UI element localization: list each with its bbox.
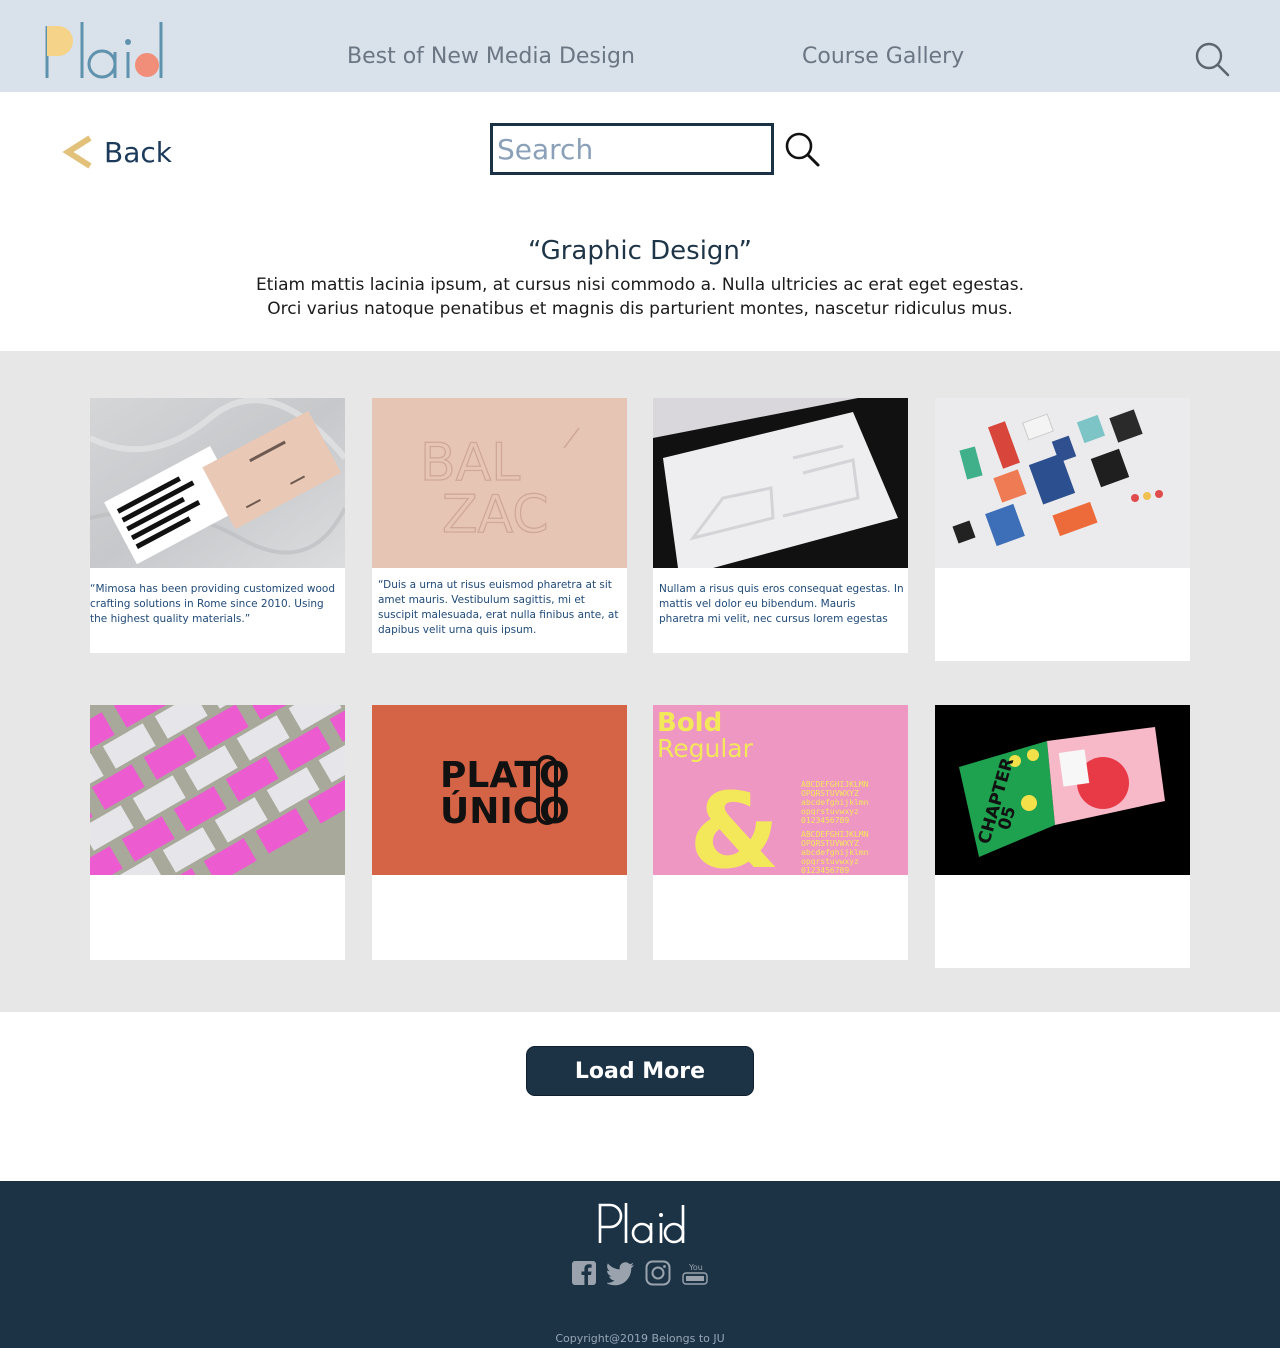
page-title: “Graphic Design” <box>528 236 752 266</box>
card-caption: Nullam a risus quis eros consequat egest… <box>659 583 904 625</box>
specimen-line: 0123456789 <box>801 816 849 825</box>
card-image-packaging <box>935 398 1190 568</box>
page-description: Etiam mattis lacinia ipsum, at cursus ni… <box>0 273 1280 321</box>
copyright-text: Copyright@2019 Belongs to JU <box>555 1332 725 1345</box>
card-caption: “Mimosa has been providing customized wo… <box>90 583 335 625</box>
unico-text: ÚNICO <box>440 790 570 832</box>
specimen-line: ABCDEFGHIJKLMN <box>801 830 869 839</box>
youtube-icon[interactable]: You <box>682 1260 708 1286</box>
balzac-text-line: BAL <box>420 433 520 493</box>
twitter-icon[interactable] <box>607 1260 635 1286</box>
instagram-icon[interactable] <box>645 1260 671 1286</box>
facebook-icon[interactable] <box>571 1260 597 1286</box>
search-input[interactable] <box>490 123 774 175</box>
gallery-card[interactable] <box>90 705 345 960</box>
description-line: Etiam mattis lacinia ipsum, at cursus ni… <box>255 275 1025 295</box>
specimen-line: opqrstuvwxyz <box>801 807 859 816</box>
card-image-plato-unico: PLATO ÚNICO <box>372 705 627 875</box>
nav-course-gallery[interactable]: Course Gallery <box>802 44 964 69</box>
footer: You Copyright@2019 Belongs to JU <box>0 1181 1280 1348</box>
chevron-left-icon <box>62 135 92 169</box>
nav-best-of-new-media-design[interactable]: Best of New Media Design <box>347 44 635 69</box>
gallery-card[interactable]: CHAPTER 05 <box>935 705 1190 968</box>
specimen-regular: Regular <box>657 734 754 763</box>
specimen-line: abcdefghijklmn <box>801 848 869 857</box>
gallery-card[interactable] <box>935 398 1190 661</box>
balzac-text-line: ZAC <box>442 485 549 545</box>
specimen-line: abcdefghijklmn <box>801 798 869 807</box>
gallery-grid: “Mimosa has been providing customized wo… <box>0 351 1280 1012</box>
card-image-business-cards <box>90 398 345 568</box>
gallery-card[interactable]: BAL ZAC “Duis a urna ut risus euismod ph… <box>372 398 627 653</box>
search-submit-icon[interactable] <box>783 130 821 168</box>
gallery-card[interactable]: Nullam a risus quis eros consequat egest… <box>653 398 908 653</box>
card-image-type-specimen: Bold Regular & ABCDEFGHIJKLMN OPQRSTUVWX… <box>653 705 908 875</box>
card-image-embossed-frame <box>653 398 908 568</box>
load-more-button[interactable]: Load More <box>526 1046 754 1096</box>
specimen-line: opqrstuvwxyz <box>801 857 859 866</box>
specimen-line: OPQRSTUVWXYZ <box>801 789 859 798</box>
back-button[interactable]: Back <box>62 132 172 172</box>
top-navigation-bar: Best of New Media Design Course Gallery <box>0 0 1280 92</box>
search-icon[interactable] <box>1193 40 1231 78</box>
specimen-line: 0123456789 <box>801 866 849 875</box>
card-image-balzac-emboss: BAL ZAC <box>372 398 627 568</box>
back-label: Back <box>104 135 172 169</box>
plaid-logo[interactable] <box>44 14 168 84</box>
description-line: Orci varius natoque penatibus et magnis … <box>267 299 1013 319</box>
card-image-chapter-book: CHAPTER 05 <box>935 705 1190 875</box>
youtube-you: You <box>688 1263 703 1272</box>
gallery-card[interactable]: Bold Regular & ABCDEFGHIJKLMN OPQRSTUVWX… <box>653 705 908 960</box>
card-caption: “Duis a urna ut risus euismod pharetra a… <box>378 579 619 636</box>
gallery-card[interactable]: PLATO ÚNICO <box>372 705 627 960</box>
specimen-line: ABCDEFGHIJKLMN <box>801 780 869 789</box>
card-image-pink-cards <box>90 705 345 875</box>
specimen-line: OPQRSTUVWXYZ <box>801 839 859 848</box>
footer-logo[interactable] <box>596 1201 688 1245</box>
gallery-card[interactable]: “Mimosa has been providing customized wo… <box>90 398 345 653</box>
specimen-ampersand: & <box>689 770 780 875</box>
plato-text: PLATO <box>440 755 570 796</box>
